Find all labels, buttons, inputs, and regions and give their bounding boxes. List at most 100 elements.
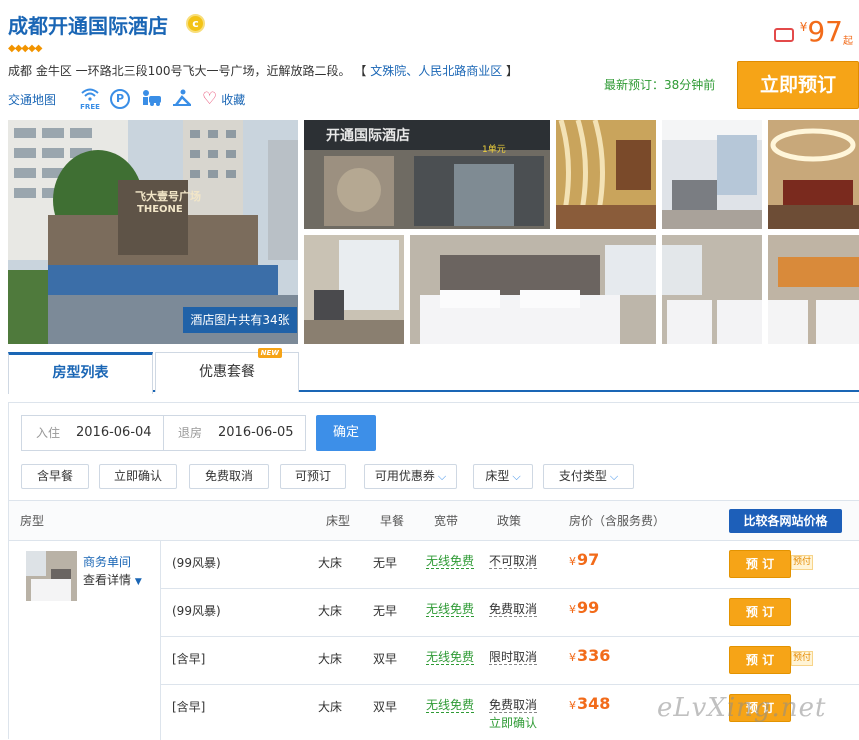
filter-payment-dropdown[interactable]: 支付类型 ⌵ [543, 464, 634, 489]
tab-room-list[interactable]: 房型列表 [8, 352, 153, 394]
rate-policy[interactable]: 不可取消 [489, 554, 538, 569]
price-suffix: 起 [843, 36, 853, 47]
checkout-field[interactable]: 退房 2016-06-05 [163, 415, 306, 451]
hotel-photo-room-window[interactable] [304, 235, 404, 344]
hotel-photo-lobby[interactable] [556, 120, 656, 229]
room-type-cell: 商务单间 查看详情 ▼ [9, 540, 161, 740]
address-text: 成都 金牛区 一环路北三段100号飞大一号广场，近解放路二段。 [8, 64, 351, 78]
map-link[interactable]: 交通地图 [8, 91, 56, 108]
book-button[interactable]: 预 订 [729, 598, 791, 626]
header-bed: 床型 [326, 514, 351, 528]
rate-policy[interactable]: 免费取消 [489, 698, 538, 713]
rate-bed: 大床 [318, 700, 343, 714]
rate-bed: 大床 [318, 604, 343, 618]
tab-packages[interactable]: 优惠套餐 NEW [155, 348, 299, 392]
price-currency: ¥ [799, 20, 808, 34]
hotel-photo-entrance[interactable]: 开通国际酒店 1单元 [304, 120, 550, 229]
rate-price: ¥336 [569, 646, 611, 665]
rate-price: ¥97 [569, 550, 600, 569]
rate-broadband[interactable]: 无线免费 [426, 650, 475, 665]
chevron-down-icon: ⌵ [512, 470, 521, 483]
rate-policy[interactable]: 限时取消 [489, 650, 538, 665]
rate-breakfast: 双早 [373, 652, 398, 666]
hotel-photo-twin-room[interactable] [662, 235, 762, 344]
filter-breakfast[interactable]: 含早餐 [21, 464, 89, 489]
diamond-rating-icon: ◆◆◆◆◆ [8, 43, 42, 54]
header-room: 房型 [20, 514, 45, 528]
rate-plan: (99风暴) [172, 604, 221, 618]
room-thumbnail[interactable] [26, 551, 77, 601]
entrance-sign: 开通国际酒店 [326, 128, 410, 144]
rate-price: ¥348 [569, 694, 611, 713]
rate-row: [含早] 大床 双早 无线免费 限时取消 ¥336 预 订 预付 [161, 636, 859, 684]
table-header: 房型 床型 早餐 宽带 政策 房价（含服务费） 比较各网站价格 [9, 500, 859, 540]
shuttle-icon [140, 89, 162, 110]
rate-breakfast: 无早 [373, 556, 398, 570]
rate-row: (99风暴) 大床 无早 无线免费 免费取消 ¥99 预 订 [161, 588, 859, 636]
rate-instant-confirm: 立即确认 [489, 716, 538, 730]
parking-icon: P [110, 89, 131, 109]
filter-coupon-dropdown[interactable]: 可用优惠券 ⌵ [364, 464, 457, 489]
hotel-address: 成都 金牛区 一环路北三段100号飞大一号广场，近解放路二段。 【 文殊院、人民… [8, 64, 519, 78]
hotel-name: 成都开通国际酒店 [8, 14, 168, 38]
area-link[interactable]: 文殊院、人民北路商业区 [370, 64, 502, 78]
book-button[interactable]: 预 订 [729, 550, 791, 578]
heart-icon[interactable]: ♡ [202, 91, 217, 108]
hotel-photo-twin-room-2[interactable] [768, 235, 859, 344]
hotel-photo-room-bed[interactable] [410, 235, 656, 344]
facility-icons-row: 交通地图 FREE P ♡ 收藏 [8, 87, 245, 111]
discount-tag-icon [773, 28, 794, 42]
rate-bed: 大床 [318, 556, 343, 570]
room-panel: 入住 2016-06-04 退房 2016-06-05 确定 含早餐 立即确认 … [8, 402, 859, 740]
room-name-link[interactable]: 商务单间 [83, 553, 131, 570]
filter-free-cancel[interactable]: 免费取消 [189, 464, 269, 489]
prepay-tag: 预付 [791, 555, 814, 570]
checkin-value: 2016-06-04 [76, 425, 152, 440]
fitness-icon [172, 89, 192, 110]
tab-bar: 房型列表 优惠套餐 NEW [8, 348, 859, 394]
wifi-free-label: FREE [80, 103, 100, 111]
main-sign-cn: 飞大壹号广场 [135, 190, 201, 203]
wifi-icon: FREE [80, 87, 100, 111]
header-breakfast: 早餐 [380, 514, 405, 528]
header-broadband: 宽带 [434, 514, 459, 528]
rate-breakfast: 无早 [373, 604, 398, 618]
rate-breakfast: 双早 [373, 700, 398, 714]
price-value: 97 [807, 15, 843, 48]
chevron-down-icon: ⌵ [609, 470, 619, 483]
book-now-button[interactable]: 立即预订 [737, 61, 859, 109]
rate-plan: [含早] [172, 700, 206, 714]
rate-plan: (99风暴) [172, 556, 221, 570]
filter-bookable[interactable]: 可预订 [280, 464, 346, 489]
checkin-field[interactable]: 入住 2016-06-04 [21, 415, 165, 451]
rate-policy[interactable]: 免费取消 [489, 602, 538, 617]
book-button[interactable]: 预 订 [729, 646, 791, 674]
prepay-tag: 预付 [791, 651, 814, 666]
filter-instant-confirm[interactable]: 立即确认 [99, 464, 177, 489]
entrance-unit: 1单元 [482, 145, 506, 155]
favorite-link[interactable]: 收藏 [221, 91, 245, 108]
hotel-photo-meeting[interactable] [768, 120, 859, 229]
checkout-value: 2016-06-05 [218, 425, 294, 440]
rate-broadband[interactable]: 无线免费 [426, 602, 475, 617]
header-policy: 政策 [497, 514, 522, 528]
room-details-link[interactable]: 查看详情 ▼ [83, 571, 142, 588]
rate-price: ¥99 [569, 598, 600, 617]
rate-row: (99风暴) 大床 无早 无线免费 不可取消 ¥97 预 订 预付 [161, 540, 859, 588]
caret-down-icon: ▼ [134, 577, 142, 587]
rate-broadband[interactable]: 无线免费 [426, 698, 475, 713]
main-sign: THEONE [137, 204, 183, 215]
filter-bed-dropdown[interactable]: 床型 ⌵ [473, 464, 533, 489]
rate-plan: [含早] [172, 652, 206, 666]
medal-icon: c [186, 14, 205, 33]
photo-count-label[interactable]: 酒店图片共有34张 [183, 307, 297, 333]
header-price: 房价（含服务费） [569, 514, 666, 528]
compare-prices-button[interactable]: 比较各网站价格 [729, 509, 842, 533]
latest-booking: 最新预订：38分钟前 [604, 78, 716, 92]
price-from: ¥ 97 起 [773, 15, 853, 48]
hotel-photo-lounge[interactable] [662, 120, 762, 229]
watermark-logo: eLvXing.net [657, 693, 827, 723]
rate-bed: 大床 [318, 652, 343, 666]
confirm-button[interactable]: 确定 [316, 415, 376, 451]
rate-broadband[interactable]: 无线免费 [426, 554, 475, 569]
